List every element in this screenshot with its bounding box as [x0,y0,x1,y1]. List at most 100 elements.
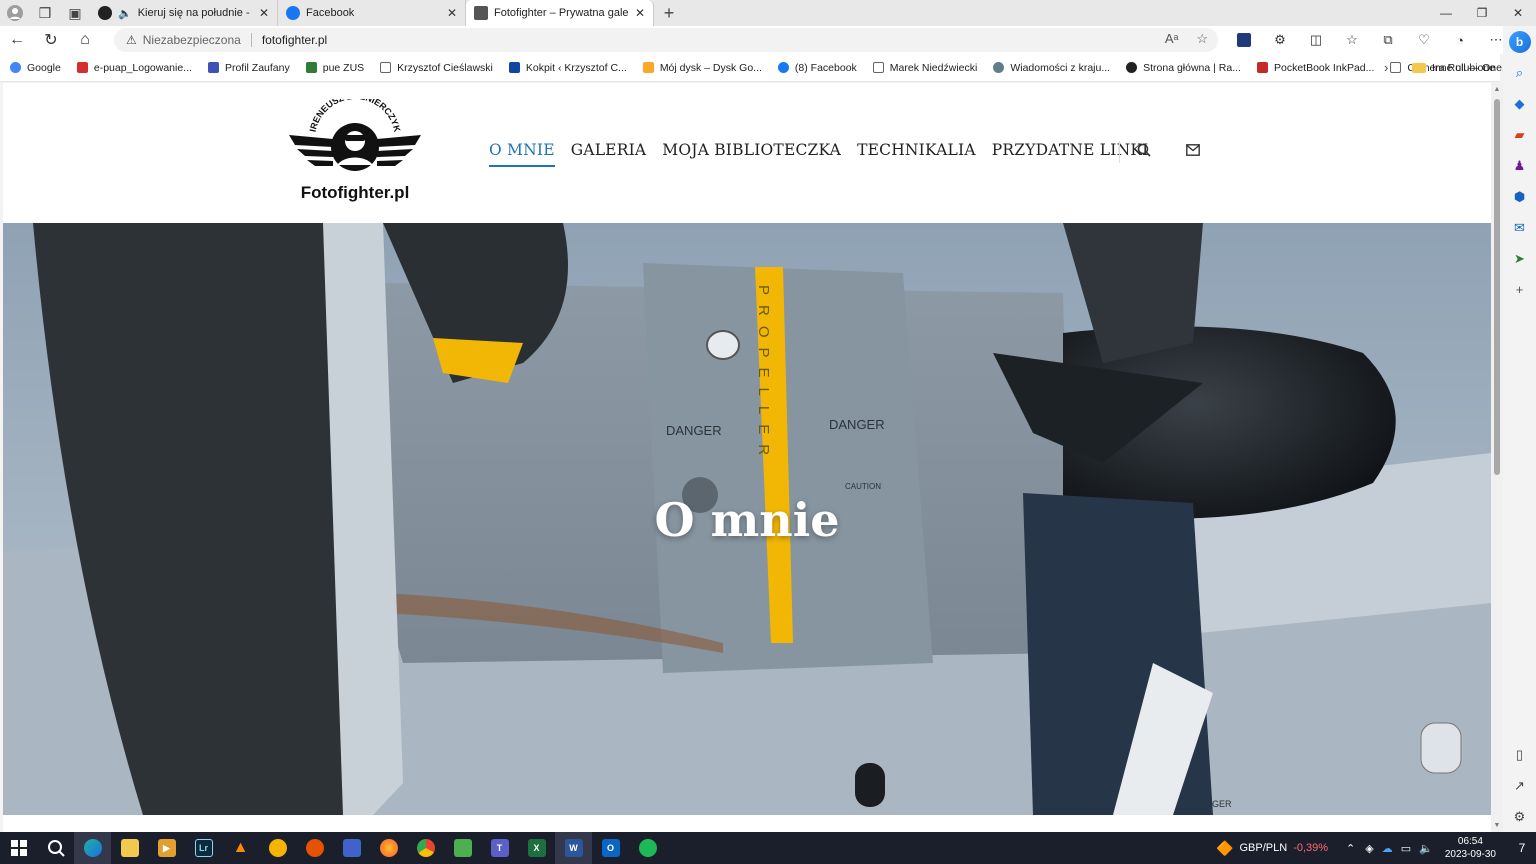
clock[interactable]: 06:54 2023-09-30 [1445,835,1496,861]
tools-icon[interactable]: ▰ [1503,119,1536,150]
file-explorer-icon[interactable] [111,832,148,864]
bookmark-google[interactable]: Google [0,62,67,74]
settings-gear-icon[interactable]: ⚙ [1503,801,1536,832]
page-scrollbar[interactable]: ▲ ▼ [1491,83,1503,832]
browser-essentials-icon[interactable]: ♡ [1406,32,1442,48]
refresh-icon[interactable]: ↻ [34,26,68,54]
vlc-icon[interactable]: ▲ [222,832,259,864]
menu-item-moja-biblioteczka[interactable]: MOJA BIBLIOTECZKA [662,141,841,167]
volume-icon[interactable]: 🔈 [1419,842,1433,855]
notifications-icon[interactable]: 7 [1508,841,1536,855]
mail-icon[interactable] [1186,143,1200,159]
excel-icon[interactable]: X [518,832,555,864]
chevron-right-icon[interactable]: › [1384,60,1388,75]
app-yellow-icon[interactable] [259,832,296,864]
network-icon[interactable]: ▭ [1401,842,1411,855]
search-icon[interactable] [37,832,74,864]
bookmark-google-drive[interactable]: Mój dysk – Dysk Go... [633,62,768,74]
menu-item-galeria[interactable]: GALERIA [571,141,647,167]
tab-actions-icon[interactable]: ▣ [60,0,90,26]
onedrive-icon[interactable]: ☁ [1382,842,1393,855]
bookmark-epuap[interactable]: e-puap_Logowanie... [67,62,198,74]
edge-taskbar-icon[interactable] [74,832,111,864]
bookmark-label: Google [27,61,61,74]
outlook-icon[interactable]: O [592,832,629,864]
tray-app-icon[interactable]: ◈ [1365,842,1373,855]
games-icon[interactable]: ♟ [1503,150,1536,181]
menu-item-technikalia[interactable]: TECHNIKALIA [857,141,976,167]
back-icon[interactable]: ← [0,26,34,54]
bookmark-marek[interactable]: Marek Niedźwiecki [863,62,984,74]
app-orange-icon[interactable] [296,832,333,864]
home-icon[interactable]: ⌂ [68,26,102,54]
bookmark-strona-glowna[interactable]: Strona główna | Ra... [1116,62,1247,74]
page-icon [872,62,884,73]
tab-fotofighter[interactable]: Fotofighter – Prywatna galeria zd ✕ [466,0,654,26]
spotify-icon[interactable] [629,832,666,864]
logo-text[interactable]: Fotofighter.pl [287,183,423,203]
scroll-up-icon[interactable]: ▲ [1491,86,1503,93]
bookmark-pocketbook[interactable]: PocketBook InkPad... [1247,62,1380,74]
tab-radio[interactable]: 🔈 Kieruj się na południe - Rad ✕ [90,0,278,26]
search-icon[interactable]: ⌕ [1503,57,1536,88]
close-tab-icon[interactable]: ✕ [447,6,457,20]
bookmark-wiadomosci[interactable]: Wiadomości z kraju... [983,62,1116,74]
profile-icon[interactable] [0,0,30,26]
menu-item-o-mnie[interactable]: O MNIE [489,141,555,167]
extensions-puzzle-icon[interactable]: ⚙ [1262,32,1298,48]
bookmark-label: (8) Facebook [794,61,857,74]
favorites-icon[interactable]: ☆ [1334,32,1370,48]
windows-start-icon[interactable] [0,832,37,864]
search-icon[interactable] [1137,143,1151,160]
hide-sidebar-icon[interactable]: ▯ [1503,739,1536,770]
save-disk-icon[interactable] [333,832,370,864]
bing-copilot-icon[interactable]: b [1503,26,1536,57]
read-aloud-icon[interactable]: Aᵃ [1165,31,1179,47]
split-screen-icon[interactable]: ◫ [1298,32,1334,48]
bookmark-kokpit[interactable]: Kokpit ‹ Krzysztof C... [499,62,633,74]
microsoft-365-icon[interactable]: ⬢ [1503,181,1536,212]
tab-title: Kieruj się na południe - Rad [137,7,253,19]
collections-icon[interactable]: ⧉ [1370,32,1406,48]
workspaces-icon[interactable]: ❒ [30,0,60,26]
firefox-icon[interactable] [370,832,407,864]
tab-facebook[interactable]: Facebook ✕ [278,0,466,26]
scroll-thumb[interactable] [1494,99,1500,475]
close-tab-icon[interactable]: ✕ [259,6,269,20]
teams-icon[interactable]: T [481,832,518,864]
system-tray: 🔶 GBP/PLN -0,39% ⌃ ◈ ☁ ▭ 🔈 06:54 2023-09… [1216,832,1536,864]
minimize-icon[interactable]: — [1428,0,1464,26]
url-text[interactable]: fotofighter.pl [262,33,327,47]
drop-icon[interactable]: ➤ [1503,243,1536,274]
currency-ticker[interactable]: 🔶 GBP/PLN -0,39% [1216,840,1328,857]
epuap-icon [76,62,88,73]
bookmark-facebook[interactable]: (8) Facebook [768,62,863,74]
shopping-icon[interactable]: ◆ [1503,88,1536,119]
chrome-icon[interactable] [407,832,444,864]
close-tab-icon[interactable]: ✕ [635,6,645,20]
open-external-icon[interactable]: ↗ [1503,770,1536,801]
bookmark-profil-zaufany[interactable]: Profil Zaufany [198,62,296,74]
add-icon[interactable]: + [1503,274,1536,305]
hero-banner: PROPELLER DANGER DANGER CAUTION DANGER [3,223,1491,815]
extension-icon[interactable] [1226,33,1262,47]
bookmark-pue-zus[interactable]: pue ZUS [296,62,370,74]
other-bookmarks[interactable]: Inne ulubione [1412,54,1495,82]
favorite-star-icon[interactable]: ☆ [1196,31,1208,47]
scroll-down-icon[interactable]: ▼ [1491,822,1503,829]
media-player-icon[interactable]: ▶ [148,832,185,864]
menu-item-przydatne-linki[interactable]: PRZYDATNE LINKI [992,141,1149,167]
fotofighter-favicon-icon [474,6,488,20]
security-status: Niezabezpieczona [142,33,241,47]
word-icon[interactable]: W [555,832,592,864]
close-window-icon[interactable]: ✕ [1500,0,1536,26]
address-bar[interactable]: ⚠ Niezabezpieczona fotofighter.pl Aᵃ ☆ [114,28,1218,52]
maximize-icon[interactable]: ❐ [1464,0,1500,26]
bookmark-krzysztof[interactable]: Krzysztof Cieślawski [370,62,499,74]
chevron-up-icon[interactable]: ⌃ [1346,842,1355,855]
maps-app-icon[interactable] [444,832,481,864]
outlook-icon[interactable]: ✉ [1503,212,1536,243]
new-tab-button[interactable]: + [654,0,684,26]
lightroom-icon[interactable]: Lr [185,832,222,864]
copilot-icon[interactable]: ◔ [1442,33,1478,48]
